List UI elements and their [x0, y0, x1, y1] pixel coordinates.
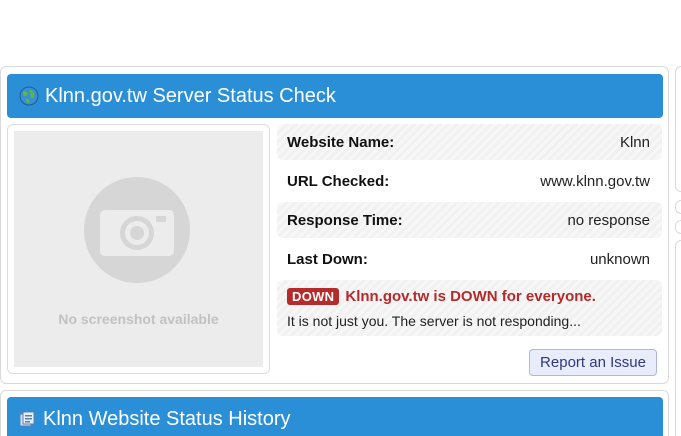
url-checked-label: URL Checked: — [287, 172, 390, 190]
status-history-header: Klnn Website Status History — [7, 397, 663, 436]
status-detail: It is not just you. The server is not re… — [287, 313, 581, 329]
side-control-fragment — [675, 220, 681, 234]
no-screenshot-caption: No screenshot available — [58, 311, 219, 327]
screenshot-frame: No screenshot available — [7, 124, 270, 374]
website-name-row: Website Name: Klnn — [277, 124, 662, 160]
status-message-box: DOWN Klnn.gov.tw is DOWN for everyone. I… — [277, 280, 662, 336]
camera-icon — [82, 175, 192, 285]
response-time-row: Response Time: no response — [277, 202, 662, 238]
status-line: DOWN Klnn.gov.tw is DOWN for everyone. — [287, 288, 652, 305]
last-down-row: Last Down: unknown — [277, 241, 662, 277]
last-down-value: unknown — [589, 250, 650, 268]
globe-icon — [19, 86, 39, 106]
history-title: Klnn Website Status History — [43, 407, 291, 430]
status-history-card: Klnn Website Status History — [0, 390, 669, 436]
status-check-header: Klnn.gov.tw Server Status Check — [7, 74, 663, 118]
side-control-fragment — [675, 200, 681, 214]
last-down-label: Last Down: — [287, 250, 368, 268]
website-name-label: Website Name: — [287, 133, 395, 151]
website-name-value: Klnn — [619, 133, 650, 151]
response-time-label: Response Time: — [287, 211, 403, 229]
url-checked-value: www.klnn.gov.tw — [540, 172, 650, 190]
response-time-value: no response — [567, 211, 650, 229]
url-checked-row: URL Checked: www.klnn.gov.tw — [277, 163, 662, 199]
side-panel-fragment — [675, 240, 681, 436]
side-panel-fragment — [675, 66, 681, 192]
history-icon — [19, 410, 37, 428]
page-title: Klnn.gov.tw Server Status Check — [45, 84, 336, 107]
status-badge: DOWN — [287, 288, 340, 305]
screenshot-placeholder: No screenshot available — [14, 131, 263, 367]
status-message: Klnn.gov.tw is DOWN for everyone. — [345, 288, 596, 305]
report-issue-button[interactable]: Report an Issue — [529, 349, 657, 376]
status-check-card: Klnn.gov.tw Server Status Check No scree… — [0, 66, 669, 384]
